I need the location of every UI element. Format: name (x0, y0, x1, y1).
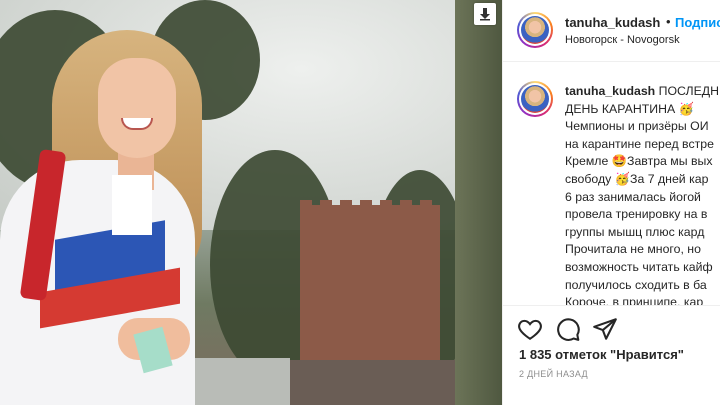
post-header: tanuha_kudash • Подписаться Новогорск - … (503, 0, 720, 62)
download-icon (480, 8, 490, 21)
likes-count[interactable]: 1 835 отметок "Нравится" (519, 347, 684, 362)
post-photo[interactable] (0, 0, 502, 405)
caption-line: Прочитала не много, но (565, 242, 701, 257)
location-link[interactable]: Новогорск - Novogorsk (565, 34, 680, 46)
heart-icon[interactable] (517, 316, 543, 342)
person-shirt (112, 175, 152, 235)
caption-first-line: tanuha_kudash ПОСЛЕДНИЙ (565, 83, 720, 101)
caption-line: ДЕНЬ КАРАНТИНА 🥳 (565, 101, 694, 116)
download-button[interactable] (474, 3, 496, 25)
caption-line: свободу 🥳За 7 дней кар (565, 171, 709, 186)
caption-line: Короче, в принципе, кар (565, 295, 704, 305)
photo-wall-crenellation (300, 200, 440, 210)
caption-section: tanuha_kudash ПОСЛЕДНИЙ ДЕНЬ КАРАНТИНА 🥳… (503, 63, 720, 305)
caption-line: возможность читать кайф (565, 259, 713, 274)
caption-text: tanuha_kudash ПОСЛЕДНИЙ ДЕНЬ КАРАНТИНА 🥳… (565, 83, 720, 305)
username-link[interactable]: tanuha_kudash (565, 15, 660, 30)
header-separator: • (666, 14, 671, 29)
caption-line: получилось сходить в ба (565, 277, 707, 292)
caption-line: 6 раз занималась йогой (565, 189, 701, 204)
avatar[interactable] (517, 12, 553, 48)
caption-line: на карантине перед встре (565, 136, 714, 151)
person-face (98, 58, 176, 158)
photo-blurred-foreground (455, 0, 502, 405)
caption-line: группы мышц плюс кард (565, 224, 705, 239)
caption-line: провела тренировку на в (565, 207, 708, 222)
caption-line: Чемпионы и призёры ОИ (565, 119, 709, 134)
follow-button[interactable]: Подписаться (675, 15, 720, 30)
instagram-post-view: tanuha_kudash • Подписаться Новогорск - … (0, 0, 720, 405)
post-timestamp[interactable]: 2 ДНЕЙ НАЗАД (519, 369, 588, 379)
caption-line: ПОСЛЕДНИЙ (658, 84, 720, 98)
caption-avatar[interactable] (517, 81, 553, 117)
caption-line: Кремле 🤩Завтра мы вых (565, 154, 713, 169)
action-bar: 1 835 отметок "Нравится" 2 ДНЕЙ НАЗАД (503, 305, 720, 405)
caption-username-link[interactable]: tanuha_kudash (565, 84, 655, 98)
share-icon[interactable] (592, 316, 618, 342)
post-sidebar: tanuha_kudash • Подписаться Новогорск - … (502, 0, 720, 405)
comment-icon[interactable] (555, 316, 581, 342)
